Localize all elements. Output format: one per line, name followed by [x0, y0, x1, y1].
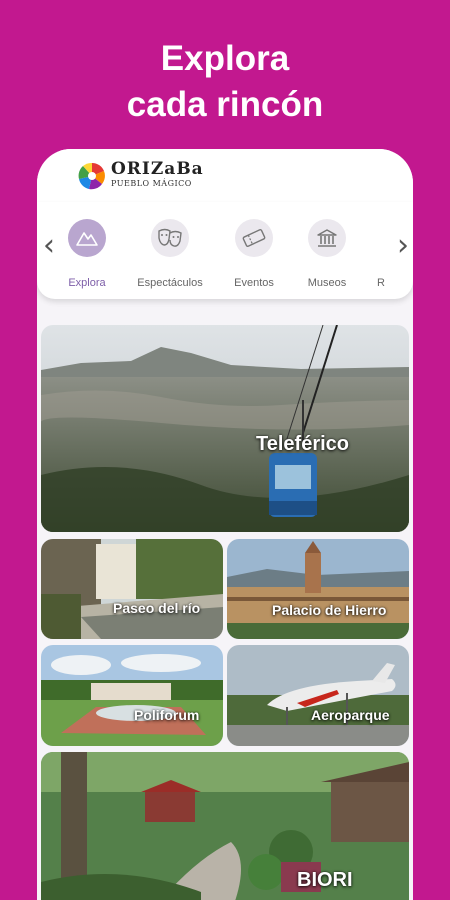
place-label: Poliforum [134, 707, 200, 723]
place-card-teleferico[interactable]: Teleférico [41, 325, 409, 532]
category-icon-bg [308, 219, 346, 257]
category-icon-bg [235, 219, 273, 257]
place-label: BIORI [297, 869, 353, 891]
mountain-icon [76, 232, 98, 246]
category-label: Explora [68, 277, 106, 289]
brand-tagline: PUEBLO MÁGICO [111, 179, 192, 188]
paseo-del-rio-photo [41, 539, 223, 639]
category-label: Eventos [234, 277, 274, 289]
place-label: Teleférico [256, 433, 349, 455]
category-explora[interactable]: Explora [47, 219, 127, 297]
poliforum-photo [41, 645, 223, 746]
theater-masks-icon [158, 228, 182, 247]
category-espectaculos[interactable]: Espectáculos [130, 219, 210, 297]
place-card-aeroparque[interactable]: Aeroparque [227, 645, 409, 746]
place-label: Paseo del río [113, 600, 201, 616]
category-museos[interactable]: Museos [287, 219, 367, 297]
category-bar: ‹ Explora Espectáculos Eventos Museos R … [37, 202, 413, 299]
brand-name: ORIZaBa [111, 159, 204, 179]
teleferico-photo [41, 325, 409, 532]
aeroparque-photo [227, 645, 409, 746]
category-label: R [377, 277, 385, 289]
place-card-paseo-del-rio[interactable]: Paseo del río [41, 539, 223, 639]
palacio-de-hierro-photo [227, 539, 409, 639]
place-card-biori[interactable]: BIORI [41, 752, 409, 900]
place-card-poliforum[interactable]: Poliforum [41, 645, 223, 746]
headline: Explora cada rincón [0, 36, 450, 128]
biori-photo [41, 752, 409, 900]
phone-screen: ORIZaBa PUEBLO MÁGICO ‹ Explora Espectác… [37, 149, 413, 900]
category-icon-bg [68, 219, 106, 257]
headline-line-1: Explora [160, 39, 290, 78]
category-eventos[interactable]: Eventos [214, 219, 294, 297]
place-label: Palacio de Hierro [272, 602, 387, 618]
chevron-right-icon[interactable]: › [393, 228, 413, 264]
place-card-palacio-de-hierro[interactable]: Palacio de Hierro [227, 539, 409, 639]
ticket-icon [242, 229, 266, 247]
category-label: Espectáculos [137, 277, 203, 289]
app-header: ORIZaBa PUEBLO MÁGICO [37, 149, 413, 202]
place-label: Aeroparque [311, 707, 390, 723]
category-icon-bg [151, 219, 189, 257]
category-label: Museos [307, 277, 347, 289]
orizaba-logo-icon [78, 162, 105, 190]
headline-line-2: cada rincón [126, 85, 324, 124]
museum-icon [317, 229, 337, 247]
